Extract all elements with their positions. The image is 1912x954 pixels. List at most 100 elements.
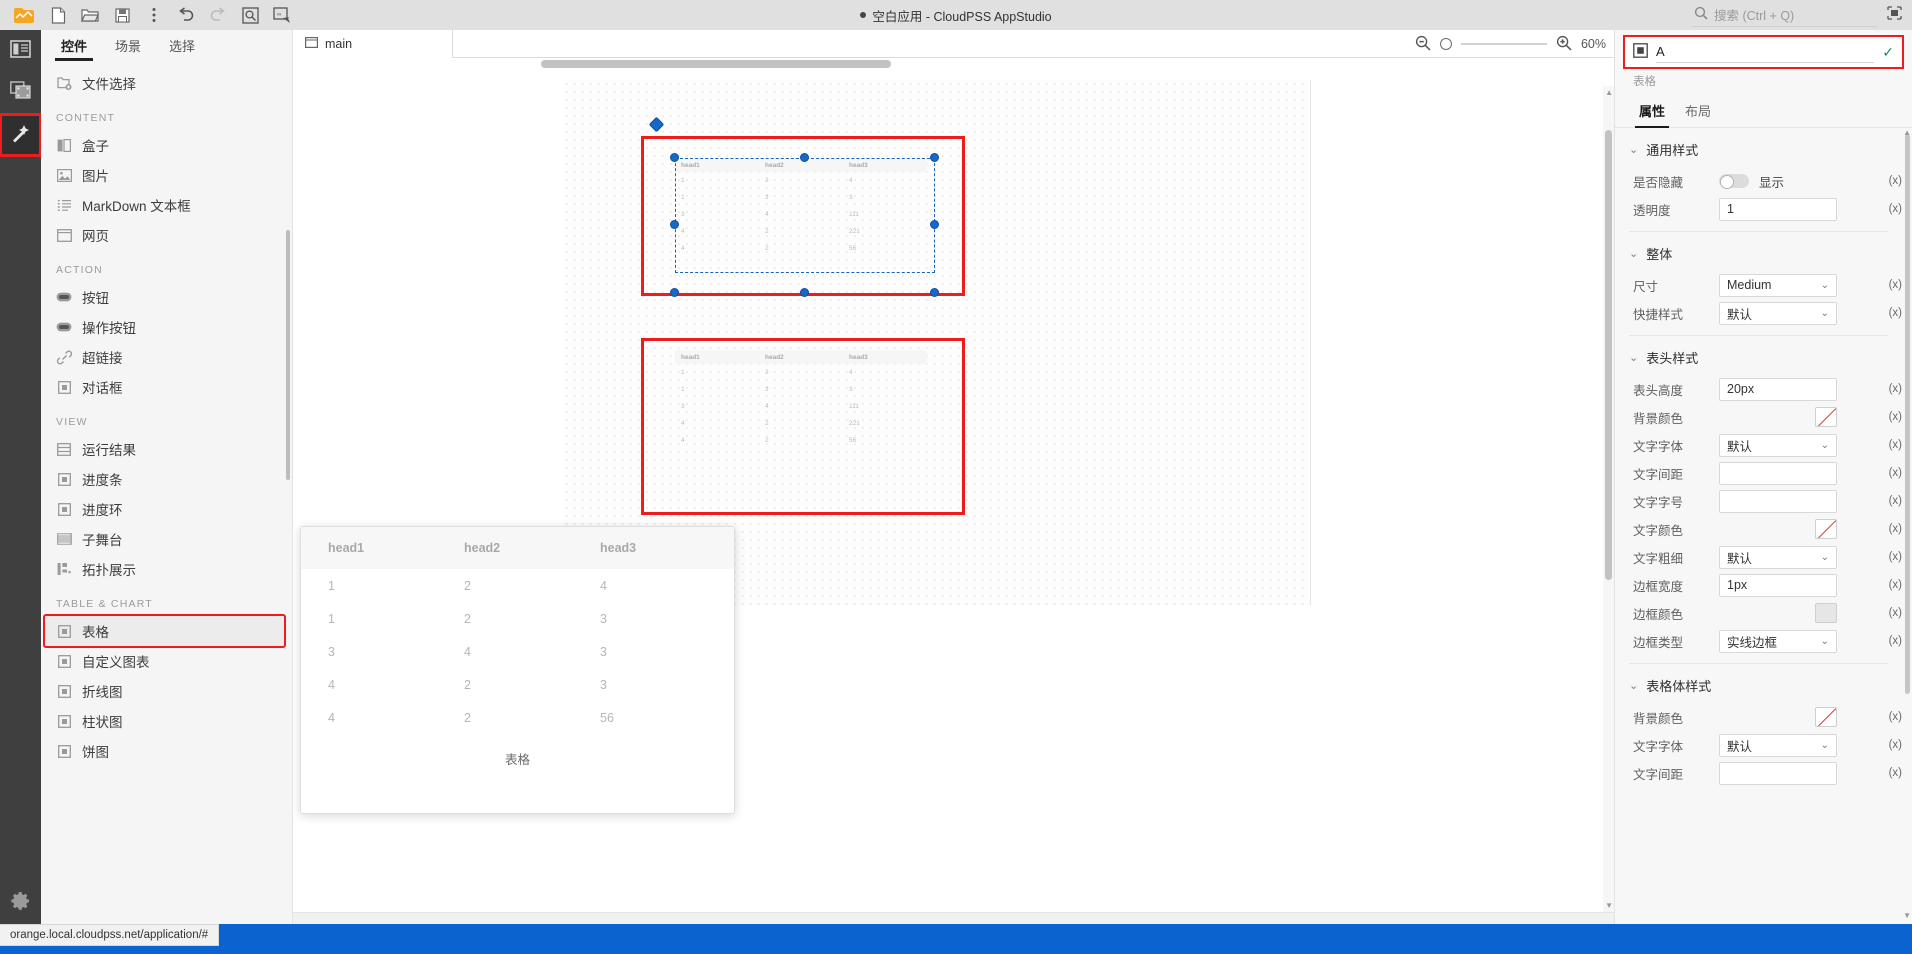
- save-icon[interactable]: [106, 0, 138, 30]
- properties-scroll-up-icon[interactable]: ▲: [1903, 128, 1911, 137]
- expression-toggle[interactable]: (x): [1880, 439, 1902, 451]
- component-item-hyperlink[interactable]: 超链接: [41, 342, 292, 372]
- section-header-table-head-style[interactable]: ⌄ 表头样式: [1615, 336, 1902, 375]
- canvas-horizontal-scrollbar-thumb[interactable]: [541, 60, 891, 68]
- border-color-swatch[interactable]: [1815, 603, 1837, 623]
- expression-toggle[interactable]: (x): [1880, 383, 1902, 395]
- global-search[interactable]: 搜索 (Ctrl + Q): [1692, 3, 1877, 27]
- expression-toggle[interactable]: (x): [1880, 279, 1902, 291]
- body-letter-spacing-input[interactable]: [1719, 761, 1837, 785]
- expression-toggle[interactable]: (x): [1880, 495, 1902, 507]
- expression-toggle[interactable]: (x): [1880, 607, 1902, 619]
- body-font-family-select[interactable]: 默认 ⌄: [1719, 733, 1837, 757]
- canvas-vertical-scrollbar-thumb[interactable]: [1605, 130, 1612, 580]
- properties-scroll-area[interactable]: ⌄ 通用样式 是否隐藏 显示 (x) 透明度 (x): [1615, 128, 1912, 924]
- component-item-sub-stage[interactable]: 子舞台: [41, 524, 292, 554]
- open-folder-icon[interactable]: [74, 0, 106, 30]
- zoom-out-icon[interactable]: [1415, 35, 1431, 54]
- properties-scroll-down-icon[interactable]: ▼: [1903, 911, 1911, 920]
- component-item-file-select[interactable]: 文件选择: [41, 68, 292, 98]
- expression-toggle[interactable]: (x): [1880, 739, 1902, 751]
- body-bg-color-swatch[interactable]: [1815, 707, 1837, 727]
- component-item-topology[interactable]: 拓扑展示: [41, 554, 292, 584]
- expression-toggle[interactable]: (x): [1880, 523, 1902, 535]
- resize-handle-nw[interactable]: [670, 153, 679, 162]
- hidden-toggle[interactable]: [1719, 174, 1749, 189]
- resize-handle-e[interactable]: [930, 220, 939, 229]
- head-letter-spacing-input[interactable]: [1719, 461, 1837, 485]
- zoom-slider-track[interactable]: [1460, 43, 1547, 45]
- component-item-webpage[interactable]: 网页: [41, 220, 292, 250]
- head-font-weight-select[interactable]: 默认 ⌄: [1719, 545, 1837, 569]
- rail-item-layout[interactable]: [0, 30, 41, 72]
- app-logo-icon[interactable]: [6, 0, 42, 30]
- head-font-size-input[interactable]: [1719, 489, 1837, 513]
- expression-toggle[interactable]: (x): [1880, 467, 1902, 479]
- component-item-line-chart[interactable]: 折线图: [41, 676, 292, 706]
- expression-toggle[interactable]: (x): [1880, 203, 1902, 215]
- rail-item-media[interactable]: [0, 72, 41, 114]
- component-panel-scrollbar[interactable]: [286, 230, 290, 480]
- expression-toggle[interactable]: (x): [1880, 579, 1902, 591]
- tab-selection[interactable]: 选择: [155, 32, 209, 60]
- expression-toggle[interactable]: (x): [1880, 635, 1902, 647]
- resize-handle-sw[interactable]: [670, 288, 679, 297]
- zoom-slider-knob[interactable]: [1439, 38, 1452, 50]
- publish-icon[interactable]: ∞: [266, 0, 298, 30]
- tab-scenes[interactable]: 场景: [101, 32, 155, 60]
- component-name-row[interactable]: ✓: [1623, 35, 1904, 69]
- component-item-table[interactable]: 表格: [43, 614, 286, 648]
- new-file-icon[interactable]: [42, 0, 74, 30]
- rail-item-settings[interactable]: [0, 882, 41, 924]
- rail-item-tools[interactable]: [0, 113, 42, 157]
- resize-handle-se[interactable]: [930, 288, 939, 297]
- head-bg-color-swatch[interactable]: [1815, 407, 1837, 427]
- component-item-dialog[interactable]: 对话框: [41, 372, 292, 402]
- tab-properties[interactable]: 属性: [1629, 101, 1675, 128]
- component-item-run-result[interactable]: 运行结果: [41, 434, 292, 464]
- canvas-table-2[interactable]: head1 head2 head3 1 2 4 1 2 3 3 4 111 4 …: [675, 350, 927, 449]
- expression-toggle[interactable]: (x): [1880, 175, 1902, 187]
- border-type-select[interactable]: 实线边框 ⌄: [1719, 629, 1837, 653]
- rotate-handle[interactable]: [648, 116, 665, 133]
- section-header-general-style[interactable]: ⌄ 通用样式: [1615, 128, 1902, 167]
- component-item-custom-chart[interactable]: 自定义图表: [41, 646, 292, 676]
- component-name-input[interactable]: [1656, 42, 1875, 63]
- expression-toggle[interactable]: (x): [1880, 551, 1902, 563]
- section-header-overall[interactable]: ⌄ 整体: [1615, 232, 1902, 271]
- size-select[interactable]: Medium ⌄: [1719, 273, 1837, 297]
- canvas-horizontal-scrollbar-track[interactable]: [293, 912, 1614, 924]
- component-item-pie-chart[interactable]: 饼图: [41, 736, 292, 766]
- expression-toggle[interactable]: (x): [1880, 411, 1902, 423]
- more-vertical-icon[interactable]: [138, 0, 170, 30]
- resize-handle-w[interactable]: [670, 220, 679, 229]
- section-header-table-body-style[interactable]: ⌄ 表格体样式: [1615, 664, 1902, 703]
- quick-style-select[interactable]: 默认 ⌄: [1719, 301, 1837, 325]
- preview-icon[interactable]: [234, 0, 266, 30]
- component-item-bar-chart[interactable]: 柱状图: [41, 706, 292, 736]
- resize-handle-n[interactable]: [800, 153, 809, 162]
- document-tab-main[interactable]: main: [293, 29, 453, 58]
- tab-layout[interactable]: 布局: [1675, 101, 1721, 127]
- zoom-in-icon[interactable]: [1556, 35, 1572, 54]
- border-width-input[interactable]: [1719, 573, 1837, 597]
- scroll-up-icon[interactable]: ▲: [1605, 88, 1613, 97]
- head-text-color-swatch[interactable]: [1815, 519, 1837, 539]
- undo-icon[interactable]: [170, 0, 202, 30]
- restore-window-icon[interactable]: [1887, 5, 1902, 25]
- component-item-progress-bar[interactable]: 进度条: [41, 464, 292, 494]
- opacity-input[interactable]: [1719, 197, 1837, 221]
- redo-icon[interactable]: [202, 0, 234, 30]
- scroll-down-icon[interactable]: ▼: [1605, 901, 1613, 910]
- expression-toggle[interactable]: (x): [1880, 711, 1902, 723]
- resize-handle-s[interactable]: [800, 288, 809, 297]
- canvas-table-1[interactable]: head1 head2 head3 1 2 4 1 2 3 3 4 111 4 …: [675, 158, 927, 257]
- head-height-input[interactable]: [1719, 377, 1837, 401]
- component-item-image[interactable]: 图片: [41, 160, 292, 190]
- resize-handle-ne[interactable]: [930, 153, 939, 162]
- component-item-box[interactable]: 盒子: [41, 130, 292, 160]
- component-item-progress-ring[interactable]: 进度环: [41, 494, 292, 524]
- expression-toggle[interactable]: (x): [1880, 307, 1902, 319]
- properties-scrollbar-thumb[interactable]: [1905, 134, 1910, 694]
- table-preview-popup[interactable]: head1 head2 head3 1 2 4 1 2 3 3 4 3 4 2 …: [300, 526, 735, 814]
